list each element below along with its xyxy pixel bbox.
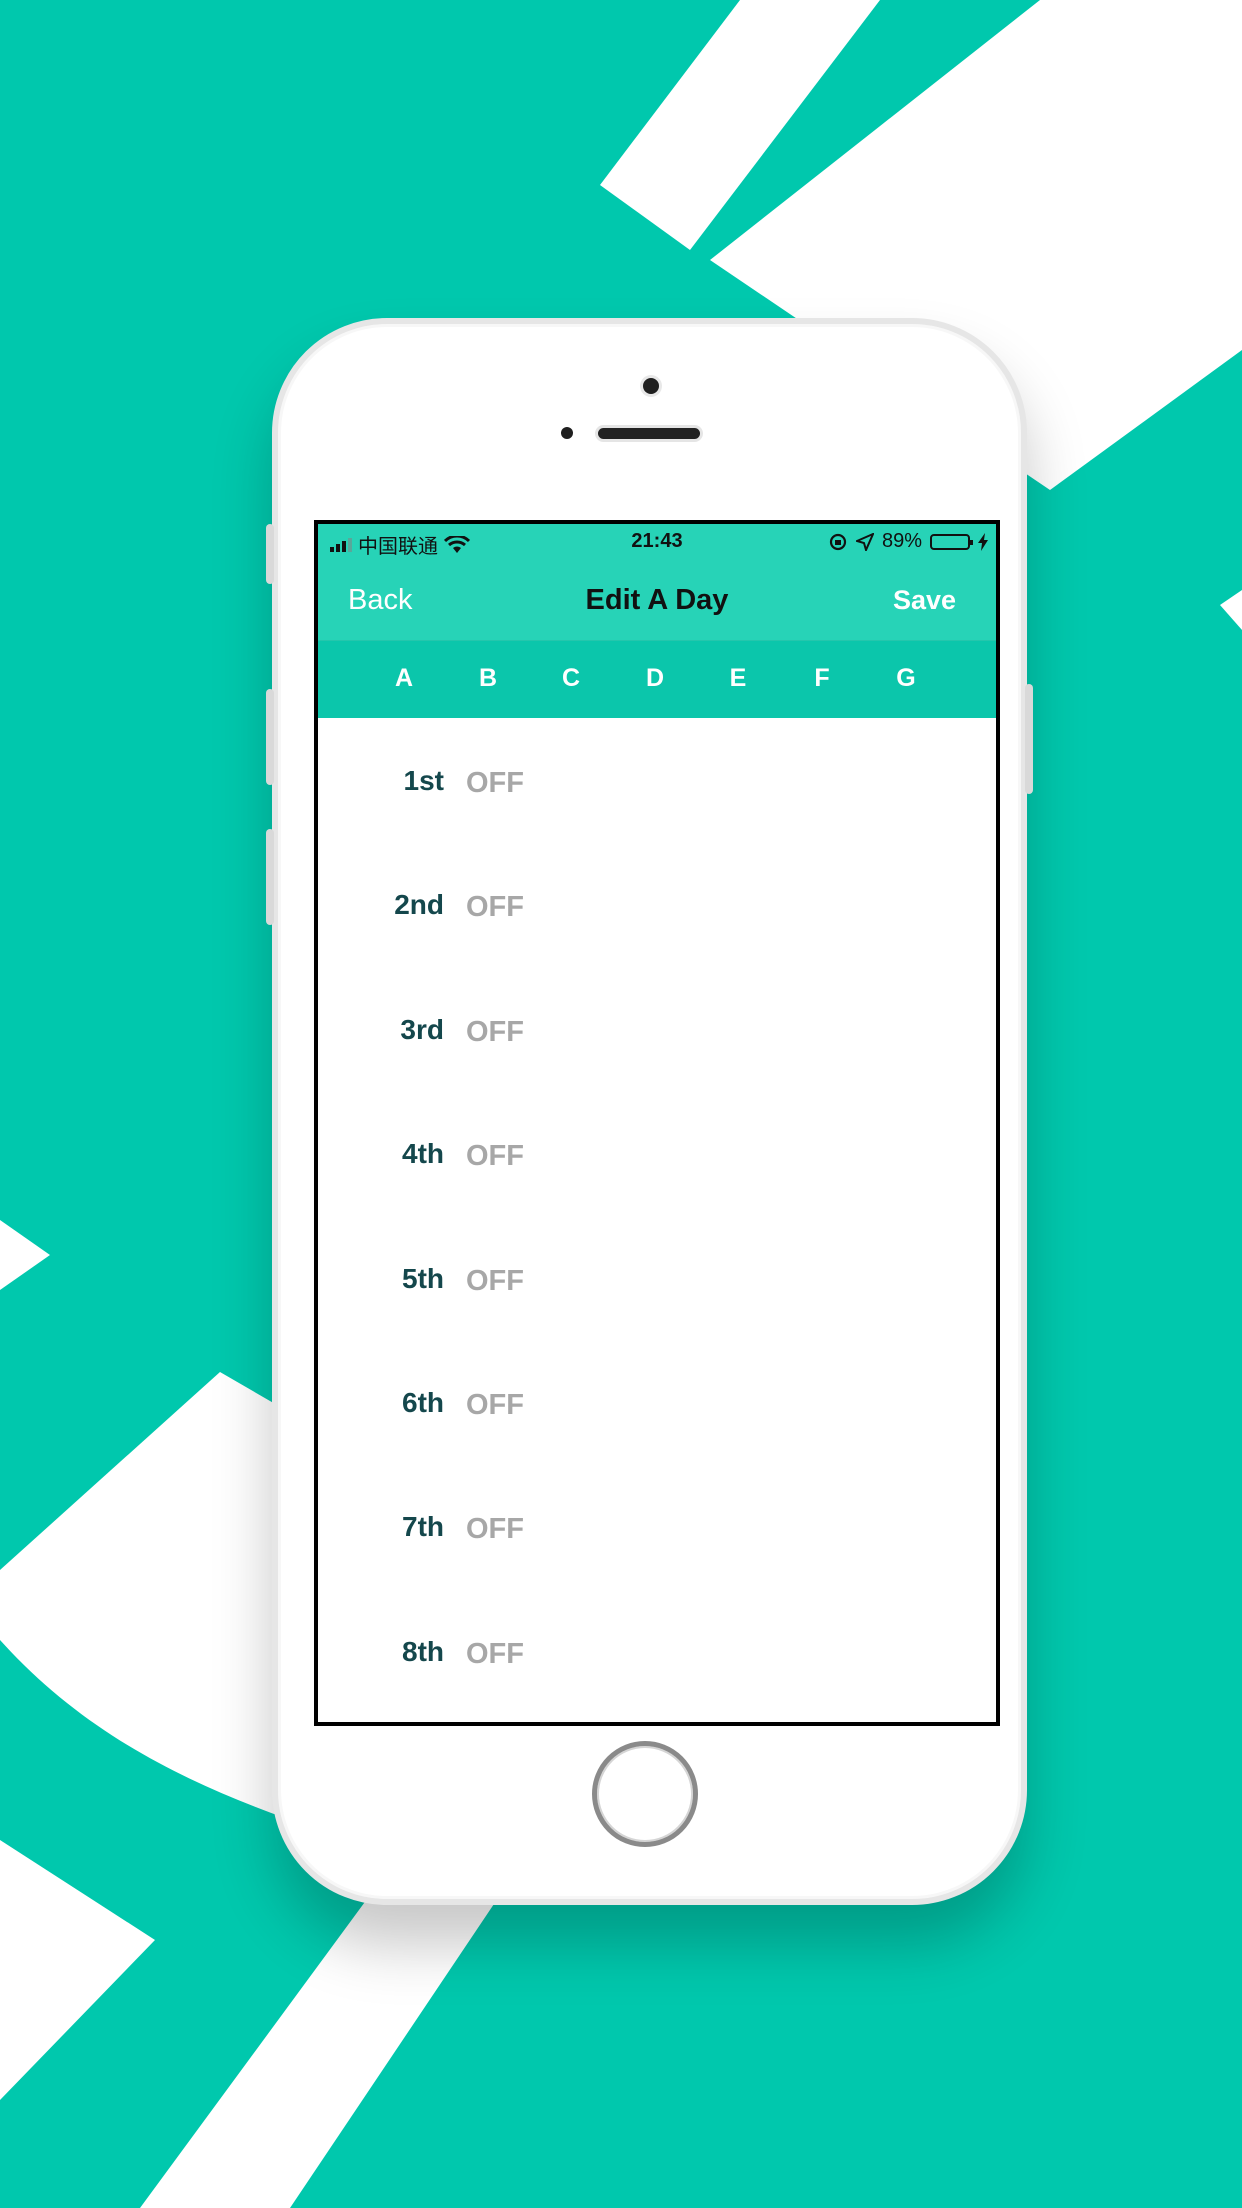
tab-f[interactable]: F	[802, 664, 842, 693]
status-right: 89%	[828, 530, 988, 553]
charging-icon	[978, 532, 988, 551]
power-button	[1025, 684, 1033, 794]
proximity-sensor	[561, 427, 573, 439]
volume-down-button	[266, 829, 274, 925]
tab-b[interactable]: B	[468, 664, 508, 693]
period-label: 4th	[402, 1138, 444, 1169]
rotation-lock-icon	[829, 533, 847, 550]
period-state[interactable]: OFF	[466, 1513, 524, 1546]
period-row[interactable]: 8th OFF	[318, 1636, 996, 1722]
period-label: 1st	[403, 765, 444, 796]
tab-e[interactable]: E	[718, 664, 758, 693]
volume-up-button	[266, 689, 274, 785]
period-state[interactable]: OFF	[466, 767, 524, 800]
period-state[interactable]: OFF	[466, 1638, 524, 1671]
navigation-bar: Back Edit A Day Save	[318, 560, 996, 641]
battery-icon	[930, 533, 973, 550]
save-button[interactable]: Save	[893, 585, 956, 616]
period-row[interactable]: 1st OFF	[318, 765, 996, 889]
tab-c[interactable]: C	[551, 664, 591, 693]
mute-switch	[266, 524, 274, 584]
tab-d[interactable]: D	[635, 664, 675, 693]
period-label: 5th	[402, 1263, 444, 1294]
period-row[interactable]: 5th OFF	[318, 1263, 996, 1387]
period-state[interactable]: OFF	[466, 891, 524, 924]
battery-percent: 89%	[881, 530, 922, 552]
period-label: 6th	[402, 1387, 444, 1418]
period-label: 2nd	[394, 889, 444, 920]
period-row[interactable]: 7th OFF	[318, 1511, 996, 1635]
period-label: 7th	[402, 1511, 444, 1542]
period-row[interactable]: 4th OFF	[318, 1138, 996, 1262]
tab-a[interactable]: A	[384, 664, 424, 693]
location-icon	[855, 532, 874, 551]
tab-g[interactable]: G	[886, 664, 926, 693]
period-row[interactable]: 2nd OFF	[318, 889, 996, 1013]
period-row[interactable]: 3rd OFF	[318, 1014, 996, 1138]
period-state[interactable]: OFF	[466, 1140, 524, 1173]
earpiece-speaker	[598, 428, 700, 439]
home-button[interactable]	[592, 1741, 698, 1847]
period-state[interactable]: OFF	[466, 1389, 524, 1422]
period-state[interactable]: OFF	[466, 1265, 524, 1298]
phone-screen: 中国联通 21:43 89% Back Edit A Day Save A B …	[314, 520, 1000, 1726]
front-camera	[643, 378, 659, 394]
period-state[interactable]: OFF	[466, 1016, 524, 1049]
period-label: 3rd	[400, 1014, 444, 1045]
period-label: 8th	[402, 1636, 444, 1667]
day-tabs: A B C D E F G	[318, 641, 996, 718]
period-row[interactable]: 6th OFF	[318, 1387, 996, 1511]
status-bar: 中国联通 21:43 89%	[318, 524, 996, 560]
phone-mockup: 中国联通 21:43 89% Back Edit A Day Save A B …	[266, 318, 1033, 1905]
